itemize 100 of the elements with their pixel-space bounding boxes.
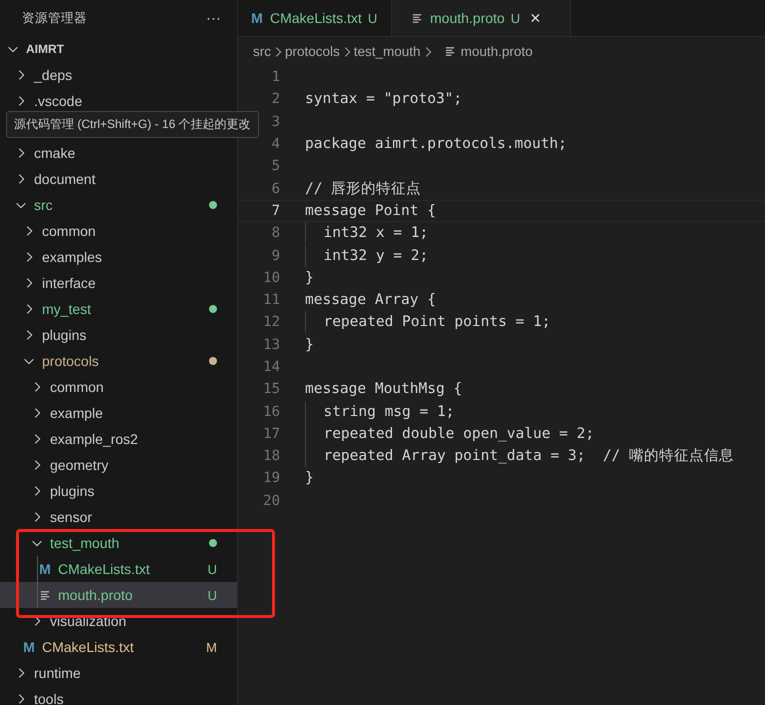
tree-item[interactable]: example_ros2 (0, 426, 237, 452)
line-number: 15 (263, 381, 280, 398)
tree-item[interactable]: plugins (0, 322, 237, 348)
line-number: 13 (263, 336, 280, 353)
code-line: syntax = "proto3"; (305, 91, 462, 108)
tree-item[interactable]: example (0, 400, 237, 426)
item-name: protocols (42, 353, 99, 369)
tree-item[interactable]: geometry (0, 452, 237, 478)
item-name: my_test (42, 301, 92, 317)
tree-item[interactable]: examples (0, 244, 237, 270)
tree-item[interactable]: interface (0, 270, 237, 296)
line-number: 1 (272, 69, 280, 86)
line-number: 11 (263, 292, 280, 308)
breadcrumb[interactable]: mouth.proto (460, 44, 533, 59)
item-name: CMakeLists.txt (42, 639, 134, 655)
item-name: geometry (50, 457, 108, 473)
code-line: string msg = 1; (305, 400, 454, 423)
code-line: repeated Point points = 1; (305, 311, 550, 334)
code-line: message Array { (305, 292, 436, 308)
git-status: U (208, 562, 217, 576)
tooltip: 源代码管理 (Ctrl+Shift+G) - 16 个挂起的更改 (6, 111, 259, 138)
cmake-file-icon: M (250, 10, 264, 26)
item-name: example (50, 405, 103, 421)
item-name: example_ros2 (50, 431, 138, 447)
line-number: 20 (263, 492, 280, 509)
git-status: M (206, 640, 217, 654)
breadcrumb[interactable]: protocols (285, 44, 340, 59)
tree-item[interactable]: M CMakeLists.txt M (0, 634, 237, 660)
tree-item[interactable]: .vscode (0, 88, 237, 114)
line-number: 18 (263, 448, 280, 464)
item-name: runtime (34, 665, 81, 681)
line-number: 8 (272, 225, 280, 242)
code-line: int32 y = 2; (305, 244, 428, 267)
tree-item[interactable]: common (0, 374, 237, 400)
text-file-icon (412, 12, 423, 24)
more-actions-button[interactable]: ··· (202, 10, 225, 26)
git-status: U (368, 10, 378, 26)
tree-item[interactable]: AIMRT (0, 36, 237, 62)
cmake-file-icon: M (22, 639, 36, 655)
code-line: package aimrt.protocols.mouth; (305, 136, 567, 152)
breadcrumb[interactable]: test_mouth (354, 44, 421, 59)
item-name: mouth.proto (58, 587, 133, 603)
code-line: // 唇形的特征点 (305, 180, 422, 198)
text-file-icon (444, 46, 456, 57)
line-number: 16 (263, 404, 280, 420)
item-name: plugins (50, 483, 94, 499)
tree-item[interactable]: mouth.proto U (0, 582, 237, 608)
line-number: 10 (263, 270, 280, 286)
tree-item[interactable]: cmake (0, 140, 237, 166)
item-name: interface (42, 275, 96, 291)
line-number: 17 (263, 426, 280, 442)
tree-item[interactable]: my_test (0, 296, 237, 322)
item-name: common (50, 379, 104, 395)
line-number: 4 (272, 136, 280, 152)
code-line: } (305, 336, 314, 353)
text-file-icon (40, 590, 51, 600)
item-name: document (34, 171, 96, 187)
editor-tab[interactable]: mouth.proto U × (392, 0, 571, 36)
tree-item[interactable]: tools (0, 686, 237, 705)
tree-item[interactable]: document (0, 166, 237, 192)
line-number: 12 (263, 314, 280, 330)
item-name: test_mouth (50, 535, 120, 551)
item-name: tools (34, 691, 64, 705)
line-number: 7 (272, 202, 280, 219)
item-name: common (42, 223, 96, 239)
chevron-right-icon (273, 44, 283, 58)
code-line: repeated Array point_data = 3; // 嘴的特征点信息 (305, 445, 734, 468)
tree-item[interactable]: common (0, 218, 237, 244)
code-line: message MouthMsg { (305, 381, 462, 398)
item-name: AIMRT (26, 42, 64, 56)
tree-item[interactable]: plugins (0, 478, 237, 504)
tree-item[interactable]: test_mouth (0, 530, 237, 556)
item-name: CMakeLists.txt (58, 561, 150, 577)
tab-label: CMakeLists.txt (270, 10, 362, 26)
close-icon[interactable]: × (530, 8, 541, 28)
line-number: 19 (263, 470, 280, 486)
explorer-title: 资源管理器 (22, 10, 87, 26)
breadcrumb[interactable]: src (253, 44, 271, 59)
tree-item[interactable]: _deps (0, 62, 237, 88)
git-status: U (208, 588, 217, 602)
tree-item[interactable]: sensor (0, 504, 237, 530)
tree-item[interactable]: visualization (0, 608, 237, 634)
cmake-file-icon: M (38, 561, 52, 577)
item-name: _deps (34, 67, 72, 83)
tree-item[interactable]: runtime (0, 660, 237, 686)
code-line: message Point { (305, 202, 436, 219)
tree-item[interactable]: protocols (0, 348, 237, 374)
item-name: plugins (42, 327, 86, 343)
line-number: 14 (263, 359, 280, 375)
item-name: src (34, 197, 53, 213)
line-number: 3 (272, 114, 280, 130)
line-number: 6 (272, 180, 280, 197)
tree-item[interactable]: src (0, 192, 237, 218)
item-name: examples (42, 249, 102, 265)
item-name: visualization (50, 613, 126, 629)
code-line: } (305, 270, 314, 286)
tree-item[interactable]: M CMakeLists.txt U (0, 556, 237, 582)
line-number: 9 (272, 248, 280, 264)
code-line: repeated double open_value = 2; (305, 422, 594, 445)
line-number: 5 (272, 158, 280, 174)
